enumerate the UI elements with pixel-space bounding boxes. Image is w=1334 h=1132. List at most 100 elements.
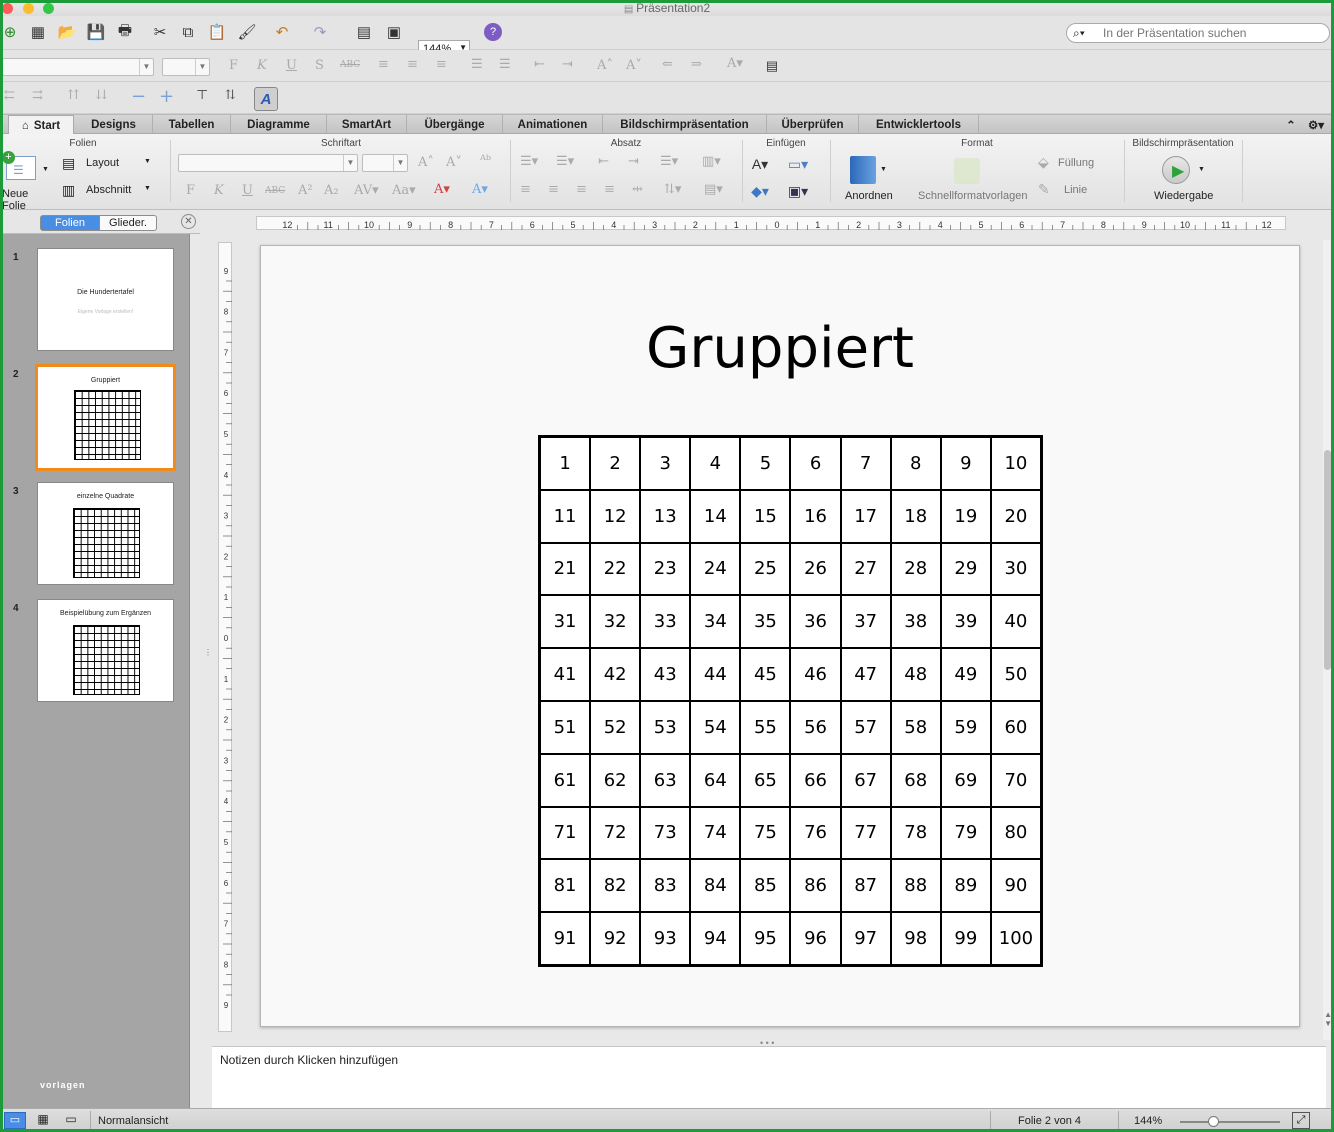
bold-icon[interactable]: F	[186, 183, 195, 198]
ribbon-font-family-select[interactable]: ▼	[178, 154, 358, 172]
slide-thumbnail-1[interactable]: Die Hundertertafel Eigene Vorlage erstel…	[37, 248, 174, 351]
tab-animationen[interactable]: Animationen	[503, 115, 603, 134]
print-icon[interactable]: 🖶	[115, 22, 135, 42]
section-button[interactable]: ▥ Abschnitt ▼	[62, 181, 156, 201]
save-icon[interactable]: 💾	[86, 22, 106, 42]
format-painter-icon[interactable]: 🖌	[237, 22, 257, 42]
textbox-icon[interactable]: A▾	[750, 154, 770, 174]
play-button[interactable]: ▶ ▼ Wiedergabe	[1150, 154, 1220, 204]
line-button[interactable]: ✎ Linie	[1038, 181, 1114, 201]
ribbon-font-size-select[interactable]: ▼	[362, 154, 408, 172]
slide-thumbnail-3[interactable]: einzelne Quadrate	[37, 482, 174, 585]
notes-pane[interactable]: Notizen durch Klicken hinzufügen	[212, 1046, 1326, 1108]
superscript-icon[interactable]: A²	[298, 183, 313, 198]
redo-icon[interactable]: ↷	[310, 22, 330, 42]
move-up-icon[interactable]: ⇈	[68, 88, 79, 103]
text-direction-icon[interactable]: ⇅	[225, 88, 236, 103]
char-spacing-icon[interactable]: AV▾	[354, 183, 379, 198]
fit-to-window-icon[interactable]: ⤢	[1292, 1112, 1310, 1129]
scrollbar-thumb[interactable]	[1324, 450, 1331, 670]
change-case-icon[interactable]: Aa▾	[392, 183, 416, 198]
tab-start[interactable]: ⌂ Start	[8, 115, 74, 135]
tab-bildschirmpraesentation[interactable]: Bildschirmpräsentation	[603, 115, 767, 134]
help-icon[interactable]: ?	[484, 23, 502, 41]
font-family-select[interactable]: ▼	[2, 58, 154, 76]
gear-icon[interactable]: ⚙▾	[1303, 115, 1329, 134]
align-center-icon[interactable]: ≡	[548, 182, 559, 197]
scroll-arrows-icon[interactable]: ▲ ▼	[1324, 1010, 1332, 1028]
fill-button[interactable]: ⬙ Füllung	[1038, 154, 1114, 174]
bullets-icon[interactable]: ☰▾	[520, 154, 538, 169]
move-down-icon[interactable]: ⇊	[96, 88, 107, 103]
open-icon[interactable]: 📂	[57, 22, 77, 42]
slide-thumbnail-2[interactable]: Gruppiert	[35, 364, 176, 471]
media-icon[interactable]: ▣▾	[788, 181, 808, 201]
vertical-scrollbar[interactable]	[1323, 240, 1332, 1040]
arrange-button[interactable]: ▼ Anordnen	[840, 154, 896, 204]
slide-title[interactable]: Gruppiert	[261, 316, 1299, 381]
shrink-font-icon[interactable]: A˅	[626, 58, 642, 73]
numbering-icon[interactable]: ☰▾	[556, 154, 574, 169]
indent-icon[interactable]: ⇒	[691, 57, 702, 72]
vertical-ruler[interactable]: 9 8 7 6 5 4 3 2 1 0 1 2 3 4 5 6 7 8 9	[218, 242, 232, 1032]
slide-thumbnail-4[interactable]: Beispielübung zum Ergänzen	[37, 599, 174, 702]
demote-icon[interactable]: ⇉	[32, 88, 43, 103]
line-spacing-icon[interactable]: ☰▾	[660, 154, 678, 169]
align-right-icon[interactable]: ≡	[436, 57, 447, 72]
grow-font-icon[interactable]: A˄	[418, 155, 434, 170]
align-center-icon[interactable]: ≡	[407, 57, 418, 72]
new-slide-button[interactable]: + ☰ ▼ Neue Folie	[2, 151, 54, 212]
collapse-icon[interactable]: −	[131, 86, 146, 107]
media-browser-icon[interactable]: ▤	[354, 22, 374, 42]
underline-icon[interactable]: U	[286, 58, 297, 73]
increase-indent-icon[interactable]: ⇥	[562, 57, 573, 72]
splitter-handle[interactable]: ⋮	[204, 649, 212, 657]
slide-canvas[interactable]: Gruppiert 1 2 3 4 5 6 7 8 9 10 11 12 13 14 15 16 17 18 19 2…	[260, 245, 1300, 1027]
text-direction-icon[interactable]: ⇅▾	[664, 182, 681, 197]
tab-entwicklertools[interactable]: Entwicklertools	[859, 115, 979, 134]
tab-smartart[interactable]: SmartArt	[327, 115, 407, 134]
tab-designs[interactable]: Designs	[75, 115, 153, 134]
align-left-icon[interactable]: ≡	[378, 57, 389, 72]
templates-icon[interactable]: ▦	[28, 22, 48, 42]
tab-glieder[interactable]: Glieder.	[99, 215, 157, 231]
strikethrough-icon[interactable]: ABC	[265, 186, 285, 196]
expand-icon[interactable]: +	[159, 86, 174, 107]
tab-ueberpruefen[interactable]: Überprüfen	[767, 115, 859, 134]
font-size-select[interactable]: ▼	[162, 58, 210, 76]
align-text-icon[interactable]: ▤▾	[704, 182, 723, 197]
increase-indent-icon[interactable]: ⇥	[628, 154, 639, 169]
distribute-icon[interactable]: ⇹	[632, 182, 643, 197]
collapse-ribbon-icon[interactable]: ⌃	[1281, 115, 1301, 134]
layout-button[interactable]: ▤ Layout ▼	[62, 154, 156, 174]
formatting-palette-icon[interactable]: ▤	[762, 56, 782, 76]
justify-icon[interactable]: ≡	[604, 182, 615, 197]
tab-tabellen[interactable]: Tabellen	[153, 115, 231, 134]
numbering-icon[interactable]: ☰	[499, 57, 511, 72]
shrink-font-icon[interactable]: A˅	[446, 155, 462, 170]
new-icon[interactable]: ⊕	[0, 22, 20, 42]
hundred-table[interactable]: 1 2 3 4 5 6 7 8 9 10 11 12 13 14 15 16 17 18 19 20 21 22 23 24 2…	[538, 435, 1043, 967]
horizontal-ruler[interactable]: 12 11 10 9 8 7 6 5 4 3 2 1 0 1 2 3 4 5 6 7 8 9 10 11 12	[256, 216, 1286, 230]
toolbox-icon[interactable]: ▣	[384, 22, 404, 42]
bullets-icon[interactable]: ☰	[471, 57, 483, 72]
quick-styles-button[interactable]: Schnellformatvorlagen	[912, 154, 1034, 204]
close-pane-icon[interactable]: ✕	[181, 214, 196, 229]
presenter-view-icon[interactable]: ▭	[60, 1112, 82, 1129]
cut-icon[interactable]: ✂	[150, 22, 170, 42]
copy-icon[interactable]: ⧉	[178, 22, 198, 42]
italic-icon[interactable]: K	[257, 58, 267, 73]
outdent-icon[interactable]: ⇐	[662, 57, 673, 72]
undo-icon[interactable]: ↶	[272, 22, 292, 42]
align-right-icon[interactable]: ≡	[576, 182, 587, 197]
shadow-icon[interactable]: S	[315, 58, 324, 73]
columns-icon[interactable]: ▥▾	[702, 154, 721, 169]
tab-uebergaenge[interactable]: Übergänge	[407, 115, 503, 134]
align-left-icon[interactable]: ≡	[520, 182, 531, 197]
text-effects-icon[interactable]: A▾	[472, 182, 488, 197]
clear-format-icon[interactable]: ᴬᵇ	[480, 153, 491, 168]
decrease-indent-icon[interactable]: ⇤	[534, 57, 545, 72]
tab-diagramme[interactable]: Diagramme	[231, 115, 327, 134]
promote-icon[interactable]: ⇇	[4, 88, 15, 103]
decrease-indent-icon[interactable]: ⇤	[598, 154, 609, 169]
